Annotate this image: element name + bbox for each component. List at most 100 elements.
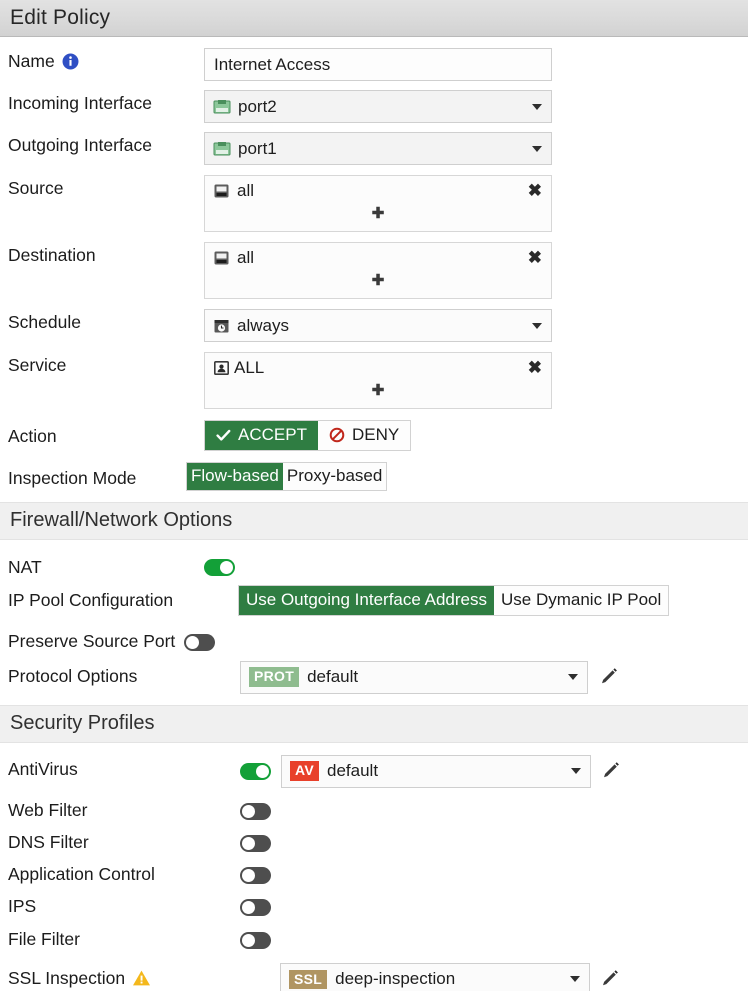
service-object-icon [213, 360, 230, 376]
service-add-button[interactable]: ✚ [213, 383, 543, 398]
ip-pool-outgoing-interface-button[interactable]: Use Outgoing Interface Address [239, 586, 494, 615]
chevron-down-icon [532, 104, 542, 110]
inspection-mode-flow-based-button[interactable]: Flow-based [187, 463, 283, 490]
incoming-interface-select[interactable]: port2 [204, 90, 552, 123]
destination-add-button[interactable]: ✚ [213, 273, 543, 288]
row-antivirus: AntiVirus AV default [0, 751, 748, 788]
action-segmented-control: ACCEPT DENY [204, 420, 411, 451]
section-header-firewall-network-options: Firewall/Network Options [0, 502, 748, 540]
pencil-icon[interactable] [601, 761, 621, 781]
label-ips: IPS [8, 888, 240, 916]
chevron-down-icon [571, 768, 581, 774]
schedule-select[interactable]: always [204, 309, 552, 342]
label-action: Action [8, 418, 204, 446]
row-file-filter: File Filter [0, 921, 748, 949]
label-antivirus: AntiVirus [8, 751, 240, 779]
ips-toggle[interactable] [240, 899, 271, 916]
source-field[interactable]: all ✖ ✚ [204, 175, 552, 232]
antivirus-toggle[interactable] [240, 763, 271, 780]
label-ssl-inspection: SSL Inspection [8, 960, 280, 988]
web-filter-toggle[interactable] [240, 803, 271, 820]
action-deny-button[interactable]: DENY [318, 421, 410, 450]
protocol-options-value: default [307, 667, 358, 687]
chevron-down-icon [532, 323, 542, 329]
network-port-icon [213, 99, 231, 115]
preserve-source-port-label-text: Preserve Source Port [8, 632, 175, 651]
label-file-filter: File Filter [8, 921, 240, 949]
schedule-value: always [237, 316, 289, 336]
name-label-text: Name [8, 52, 55, 71]
destination-remove-icon[interactable]: ✖ [528, 249, 542, 266]
pencil-icon[interactable] [599, 667, 619, 687]
source-add-button[interactable]: ✚ [213, 206, 543, 221]
service-field[interactable]: ALL ✖ ✚ [204, 352, 552, 409]
section-header-security-profiles: Security Profiles [0, 705, 748, 743]
address-object-icon [213, 183, 230, 199]
row-action: Action ACCEPT DENY [0, 418, 748, 451]
row-ssl-inspection: SSL Inspection SSL deep-inspection [0, 960, 748, 991]
row-web-filter: Web Filter [0, 792, 748, 820]
destination-chip: all [213, 248, 543, 268]
service-value: ALL [234, 358, 264, 378]
ssl-inspection-profile-value: deep-inspection [335, 969, 455, 989]
row-protocol-options: Protocol Options PROT default [0, 658, 748, 694]
schedule-clock-icon [213, 318, 230, 334]
edit-policy-dialog: Edit Policy Name Internet Access Incomin… [0, 0, 748, 991]
source-value: all [237, 181, 254, 201]
action-accept-label: ACCEPT [238, 425, 307, 445]
chevron-down-icon [568, 674, 578, 680]
row-outgoing-interface: Outgoing Interface port1 [0, 127, 748, 165]
nat-toggle[interactable] [204, 559, 235, 576]
application-control-toggle[interactable] [240, 867, 271, 884]
dialog-title: Edit Policy [0, 0, 748, 37]
network-port-icon [213, 141, 231, 157]
action-deny-label: DENY [352, 425, 399, 445]
row-inspection-mode: Inspection Mode Flow-based Proxy-based [0, 460, 748, 491]
row-ips: IPS [0, 888, 748, 916]
destination-value: all [237, 248, 254, 268]
deny-circle-icon [329, 427, 345, 443]
antivirus-profile-value: default [327, 761, 378, 781]
row-name: Name Internet Access [0, 43, 748, 81]
label-incoming-interface: Incoming Interface [8, 85, 204, 113]
pencil-icon[interactable] [600, 969, 620, 989]
incoming-interface-value: port2 [238, 97, 277, 117]
file-filter-toggle[interactable] [240, 932, 271, 949]
label-web-filter: Web Filter [8, 792, 240, 820]
service-remove-icon[interactable]: ✖ [528, 359, 542, 376]
destination-field[interactable]: all ✖ ✚ [204, 242, 552, 299]
ip-pool-dynamic-button[interactable]: Use Dymanic IP Pool [494, 586, 668, 615]
label-service: Service [8, 347, 204, 375]
name-input-value: Internet Access [214, 55, 330, 75]
protocol-options-select[interactable]: PROT default [240, 661, 588, 694]
label-dns-filter: DNS Filter [8, 824, 240, 852]
preserve-source-port-toggle[interactable] [184, 634, 215, 651]
dns-filter-toggle[interactable] [240, 835, 271, 852]
check-icon [216, 429, 231, 442]
row-nat: NAT [0, 549, 748, 577]
ssl-inspection-profile-select[interactable]: SSL deep-inspection [280, 963, 590, 991]
source-remove-icon[interactable]: ✖ [528, 182, 542, 199]
action-accept-button[interactable]: ACCEPT [205, 421, 318, 450]
av-badge: AV [290, 761, 319, 780]
info-icon[interactable] [62, 53, 79, 70]
antivirus-profile-select[interactable]: AV default [281, 755, 591, 788]
label-source: Source [8, 170, 204, 198]
ssl-badge: SSL [289, 970, 327, 989]
label-preserve-source-port: Preserve Source Port [8, 623, 215, 651]
inspection-mode-proxy-based-button[interactable]: Proxy-based [283, 463, 386, 490]
address-object-icon [213, 250, 230, 266]
name-input[interactable]: Internet Access [204, 48, 552, 81]
label-protocol-options: Protocol Options [8, 658, 240, 686]
chevron-down-icon [570, 976, 580, 982]
row-source: Source all ✖ ✚ [0, 170, 748, 232]
row-incoming-interface: Incoming Interface port2 [0, 85, 748, 123]
prot-badge: PROT [249, 667, 299, 686]
row-schedule: Schedule always [0, 304, 748, 342]
inspection-mode-segmented-control: Flow-based Proxy-based [186, 462, 387, 491]
row-ip-pool-configuration: IP Pool Configuration Use Outgoing Inter… [0, 582, 748, 616]
chevron-down-icon [532, 146, 542, 152]
outgoing-interface-select[interactable]: port1 [204, 132, 552, 165]
label-outgoing-interface: Outgoing Interface [8, 127, 204, 155]
row-preserve-source-port: Preserve Source Port [0, 623, 748, 651]
